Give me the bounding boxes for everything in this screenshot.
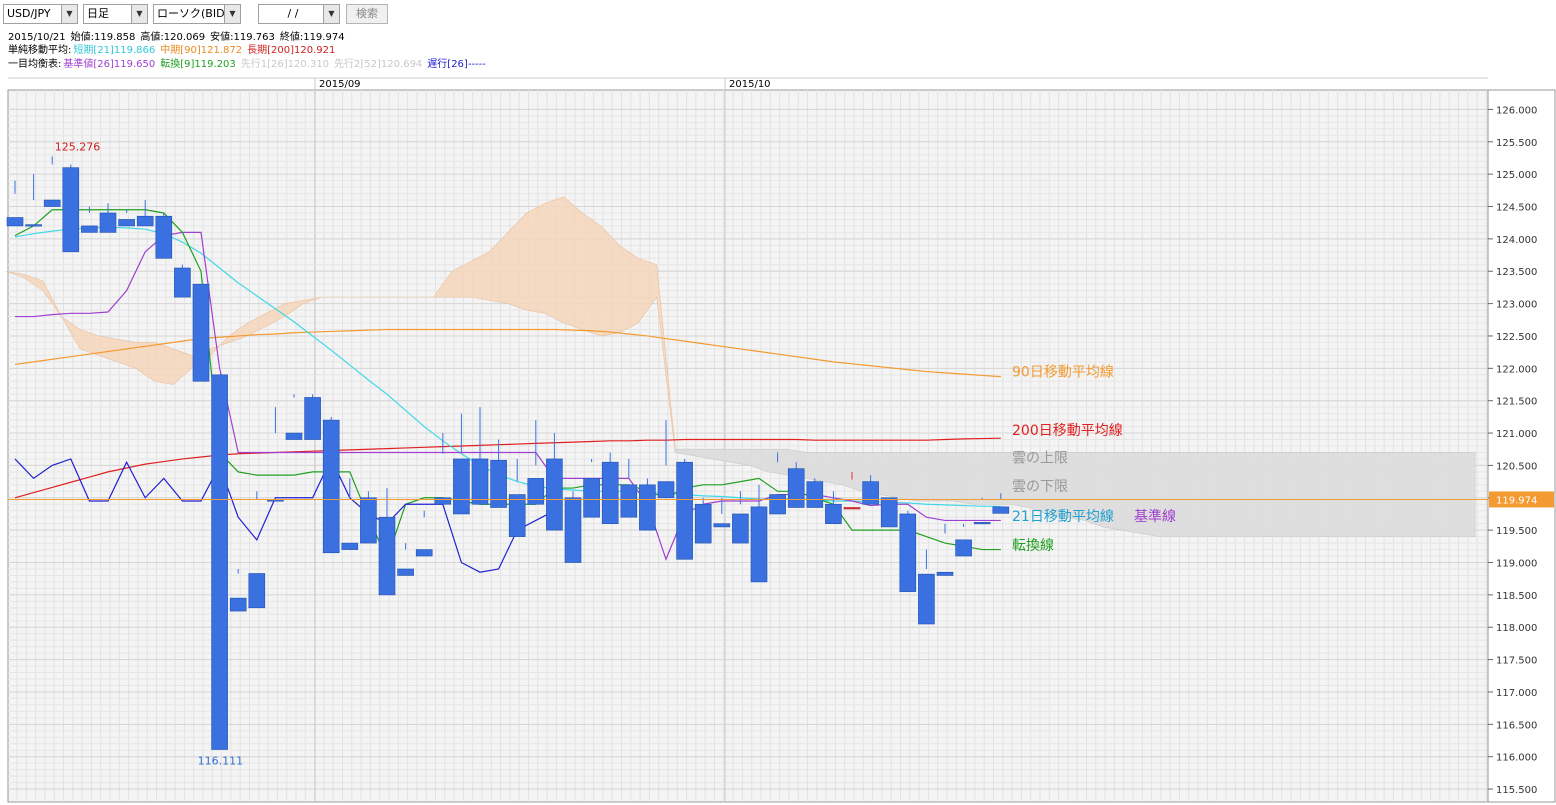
month-label: 2015/09 [319,79,361,90]
y-tick-label: 119.000 [1496,559,1537,570]
candle-body [43,199,61,207]
candle-body [81,225,98,233]
y-tick-label: 117.000 [1496,688,1537,699]
candlestick-chart[interactable]: 2015/09 2015/10 126.000 125.500 125.000 124.5… [0,0,1556,805]
candle-body [843,507,861,510]
candle-body [750,506,768,583]
candle-body [174,267,191,298]
candle-body [899,513,917,592]
y-tick-label: 122.000 [1496,364,1537,375]
candle-body [880,497,898,528]
candle-body [583,478,600,518]
candle-body [192,283,210,382]
annotation-label: 21日移動平均線 [1012,509,1114,525]
y-tick-label: 120.500 [1496,461,1537,472]
candle-body [6,217,24,227]
candle-body [694,503,712,544]
candle-body [639,484,656,531]
candle-body [453,458,470,515]
y-tick-label: 117.500 [1496,656,1537,667]
candle-body [936,571,954,576]
candle-body [918,573,935,625]
y-tick-label: 119.500 [1496,526,1537,537]
y-tick-label: 116.000 [1496,753,1537,764]
candle-body [713,523,731,528]
y-tick-label: 122.500 [1496,332,1537,343]
annotation-label: 基準線 [1134,508,1176,525]
candle-body [769,494,786,515]
candle-body [973,522,991,525]
y-tick-label: 123.500 [1496,267,1537,278]
candle-body [229,597,247,612]
candle-body [564,497,582,563]
candle-body [341,542,359,550]
y-tick-label: 121.500 [1496,397,1537,408]
candle-body [99,212,117,233]
candle-body [304,397,321,440]
candle-body [25,224,42,227]
low-label: 116.111 [198,755,244,768]
candle-body [490,459,507,508]
candle-body [546,458,563,531]
candle-body [787,468,805,508]
candle-body [471,458,489,505]
y-tick-label: 116.500 [1496,720,1537,731]
y-tick-label: 125.000 [1496,170,1537,181]
annotation-label: 雲の下限 [1012,479,1068,495]
y-tick-label: 123.000 [1496,300,1537,311]
candle-body [657,481,675,499]
candle-body [322,419,340,554]
candle-body [397,568,414,576]
annotation-label: 200日移動平均線 [1012,423,1123,439]
candle-body [825,503,842,524]
candle-body [601,461,619,524]
candle-body [136,215,154,227]
y-tick-label: 118.000 [1496,623,1537,634]
candle-body [434,497,452,505]
y-tick-label: 121.000 [1496,429,1537,440]
candle-body [806,481,824,508]
candle-body [508,494,526,537]
y-tick-label: 126.000 [1496,105,1537,116]
candle-body [360,497,377,544]
candle-body [676,461,693,560]
candle-body [62,167,80,253]
annotation-label: 転換線 [1012,538,1054,554]
annotation-label: 90日移動平均線 [1012,365,1114,381]
candle-body [732,513,749,544]
candle-body [527,478,545,505]
current-price-label: 119.974 [1496,495,1537,506]
y-tick-label: 124.500 [1496,203,1537,214]
candle-body [862,481,879,505]
y-tick-label: 125.500 [1496,138,1537,149]
high-label: 125.276 [55,140,101,153]
candle-body [118,219,135,227]
candle-body [992,506,1010,514]
candle-body [248,573,266,609]
candle-body [155,215,173,259]
candle-body [211,374,228,750]
candle-body [415,549,433,557]
y-tick-label: 124.000 [1496,235,1537,246]
annotation-label: 雲の上限 [1012,451,1068,467]
candle-body [955,539,972,557]
y-tick-label: 118.500 [1496,591,1537,602]
candle-body [285,432,303,440]
candle-body [378,516,396,596]
month-label: 2015/10 [729,79,771,90]
candle-body [620,484,638,518]
y-tick-label: 115.500 [1496,785,1537,796]
